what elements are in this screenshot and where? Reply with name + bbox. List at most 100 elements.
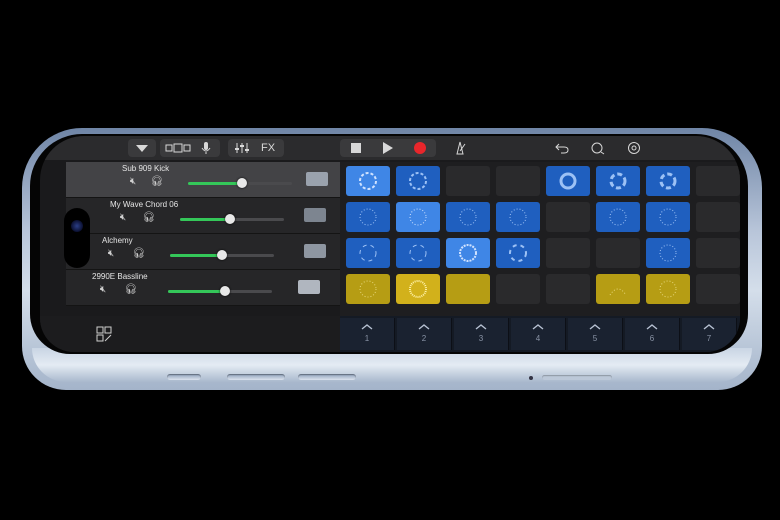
- loop-cell[interactable]: [446, 238, 490, 268]
- loop-cell[interactable]: [446, 274, 490, 304]
- column-number: 1: [364, 334, 370, 343]
- view-toggle-button[interactable]: [164, 139, 192, 157]
- empty-cell[interactable]: [696, 238, 740, 268]
- column-trigger-5[interactable]: 5: [568, 318, 623, 350]
- loop-cell[interactable]: [346, 202, 390, 232]
- metronome-button[interactable]: [450, 139, 470, 157]
- loop-pattern-icon: [659, 208, 677, 226]
- loop-cell[interactable]: [346, 274, 390, 304]
- empty-cell[interactable]: [696, 274, 740, 304]
- loop-pattern-icon: [359, 208, 377, 226]
- loop-cell[interactable]: [596, 274, 640, 304]
- column-trigger-1[interactable]: 1: [340, 318, 395, 350]
- loop-pattern-icon: [409, 208, 427, 226]
- empty-cell[interactable]: [496, 166, 540, 196]
- loop-cell[interactable]: [646, 202, 690, 232]
- volume-knob[interactable]: [224, 214, 235, 224]
- column-trigger-7[interactable]: 7: [682, 318, 737, 350]
- loop-cell[interactable]: [596, 202, 640, 232]
- chevron-up-icon: [703, 324, 715, 330]
- chevron-up-icon: [361, 324, 373, 330]
- volume-knob[interactable]: [217, 250, 227, 260]
- empty-cell[interactable]: [546, 202, 590, 232]
- loop-cell[interactable]: [496, 238, 540, 268]
- chevron-up-icon: [532, 324, 544, 330]
- headphones-icon[interactable]: 🎧︎: [142, 212, 156, 224]
- loop-cell[interactable]: [446, 202, 490, 232]
- track-name: Sub 909 Kick: [122, 164, 170, 173]
- volume-fill: [188, 182, 243, 185]
- control-bar: FX: [40, 136, 740, 160]
- undo-button[interactable]: [552, 139, 572, 157]
- fx-button[interactable]: FX: [256, 139, 280, 157]
- volume-slider[interactable]: [180, 214, 284, 224]
- loop-cell[interactable]: [346, 238, 390, 268]
- column-number: 6: [649, 334, 655, 343]
- loop-pattern-icon: [609, 208, 627, 226]
- synth-icon: [304, 208, 326, 222]
- headphones-icon[interactable]: 🎧︎: [150, 176, 164, 188]
- mute-icon[interactable]: 🔇︎: [104, 248, 118, 260]
- loop-cell[interactable]: [396, 274, 440, 304]
- mute-icon[interactable]: 🔇︎: [116, 212, 130, 224]
- column-trigger-4[interactable]: 4: [511, 318, 566, 350]
- metronome-icon: [456, 141, 466, 155]
- volume-slider[interactable]: [168, 286, 272, 296]
- column-number: 4: [535, 334, 541, 343]
- sound-browser-icon[interactable]: [96, 326, 112, 342]
- loop-cell[interactable]: [646, 166, 690, 196]
- loop-cell[interactable]: [646, 238, 690, 268]
- empty-cell[interactable]: [546, 238, 590, 268]
- empty-cell[interactable]: [546, 274, 590, 304]
- mute-icon[interactable]: 🔇︎: [96, 284, 110, 296]
- loop-pattern-icon: [659, 280, 677, 298]
- headphones-icon[interactable]: 🎧︎: [132, 248, 146, 260]
- app-screen: FX Sub 909 Kick 🔇︎ 🎧︎ My Wave Chord 06 🔇…: [40, 136, 740, 352]
- mixer-button[interactable]: [232, 139, 252, 157]
- loop-browser-button[interactable]: [588, 139, 608, 157]
- microphone-button[interactable]: [196, 139, 216, 157]
- chevron-up-icon: [589, 324, 601, 330]
- empty-cell[interactable]: [446, 166, 490, 196]
- column-number: 2: [421, 334, 427, 343]
- settings-button[interactable]: [624, 139, 644, 157]
- column-trigger-3[interactable]: 3: [454, 318, 509, 350]
- settings-icon: [628, 142, 640, 154]
- track-row[interactable]: Alchemy 🔇︎ 🎧︎: [66, 234, 340, 270]
- play-button[interactable]: [378, 139, 398, 157]
- volume-knob[interactable]: [220, 286, 231, 296]
- record-button[interactable]: [410, 139, 430, 157]
- empty-cell[interactable]: [596, 238, 640, 268]
- loop-cell[interactable]: [546, 166, 590, 196]
- play-icon: [383, 142, 393, 154]
- stop-button[interactable]: [346, 139, 366, 157]
- track-row[interactable]: My Wave Chord 06 🔇︎ 🎧︎: [66, 198, 340, 234]
- loop-cell[interactable]: [346, 166, 390, 196]
- navigation-button[interactable]: [128, 139, 156, 157]
- volume-slider[interactable]: [170, 250, 274, 260]
- loop-cell[interactable]: [596, 166, 640, 196]
- column-number: 3: [478, 334, 484, 343]
- loop-cell[interactable]: [396, 166, 440, 196]
- mute-icon[interactable]: 🔇︎: [126, 176, 140, 188]
- track-row[interactable]: 2990E Bassline 🔇︎ 🎧︎: [66, 270, 340, 306]
- loop-cell[interactable]: [396, 202, 440, 232]
- transport-group: [340, 139, 436, 157]
- headphones-icon[interactable]: 🎧︎: [124, 284, 138, 296]
- loop-pattern-icon: [359, 280, 377, 298]
- volume-slider[interactable]: [188, 178, 292, 188]
- loop-cell[interactable]: [396, 238, 440, 268]
- loop-cell[interactable]: [646, 274, 690, 304]
- front-camera: [71, 220, 83, 232]
- loop-pattern-icon: [509, 244, 527, 262]
- empty-cell[interactable]: [496, 274, 540, 304]
- track-row[interactable]: Sub 909 Kick 🔇︎ 🎧︎: [66, 162, 340, 198]
- volume-fill: [170, 254, 222, 257]
- loop-cell[interactable]: [496, 202, 540, 232]
- empty-cell[interactable]: [696, 202, 740, 232]
- empty-cell[interactable]: [696, 166, 740, 196]
- volume-fill: [180, 218, 230, 221]
- column-trigger-2[interactable]: 2: [397, 318, 452, 350]
- volume-knob[interactable]: [237, 178, 248, 188]
- column-trigger-6[interactable]: 6: [625, 318, 680, 350]
